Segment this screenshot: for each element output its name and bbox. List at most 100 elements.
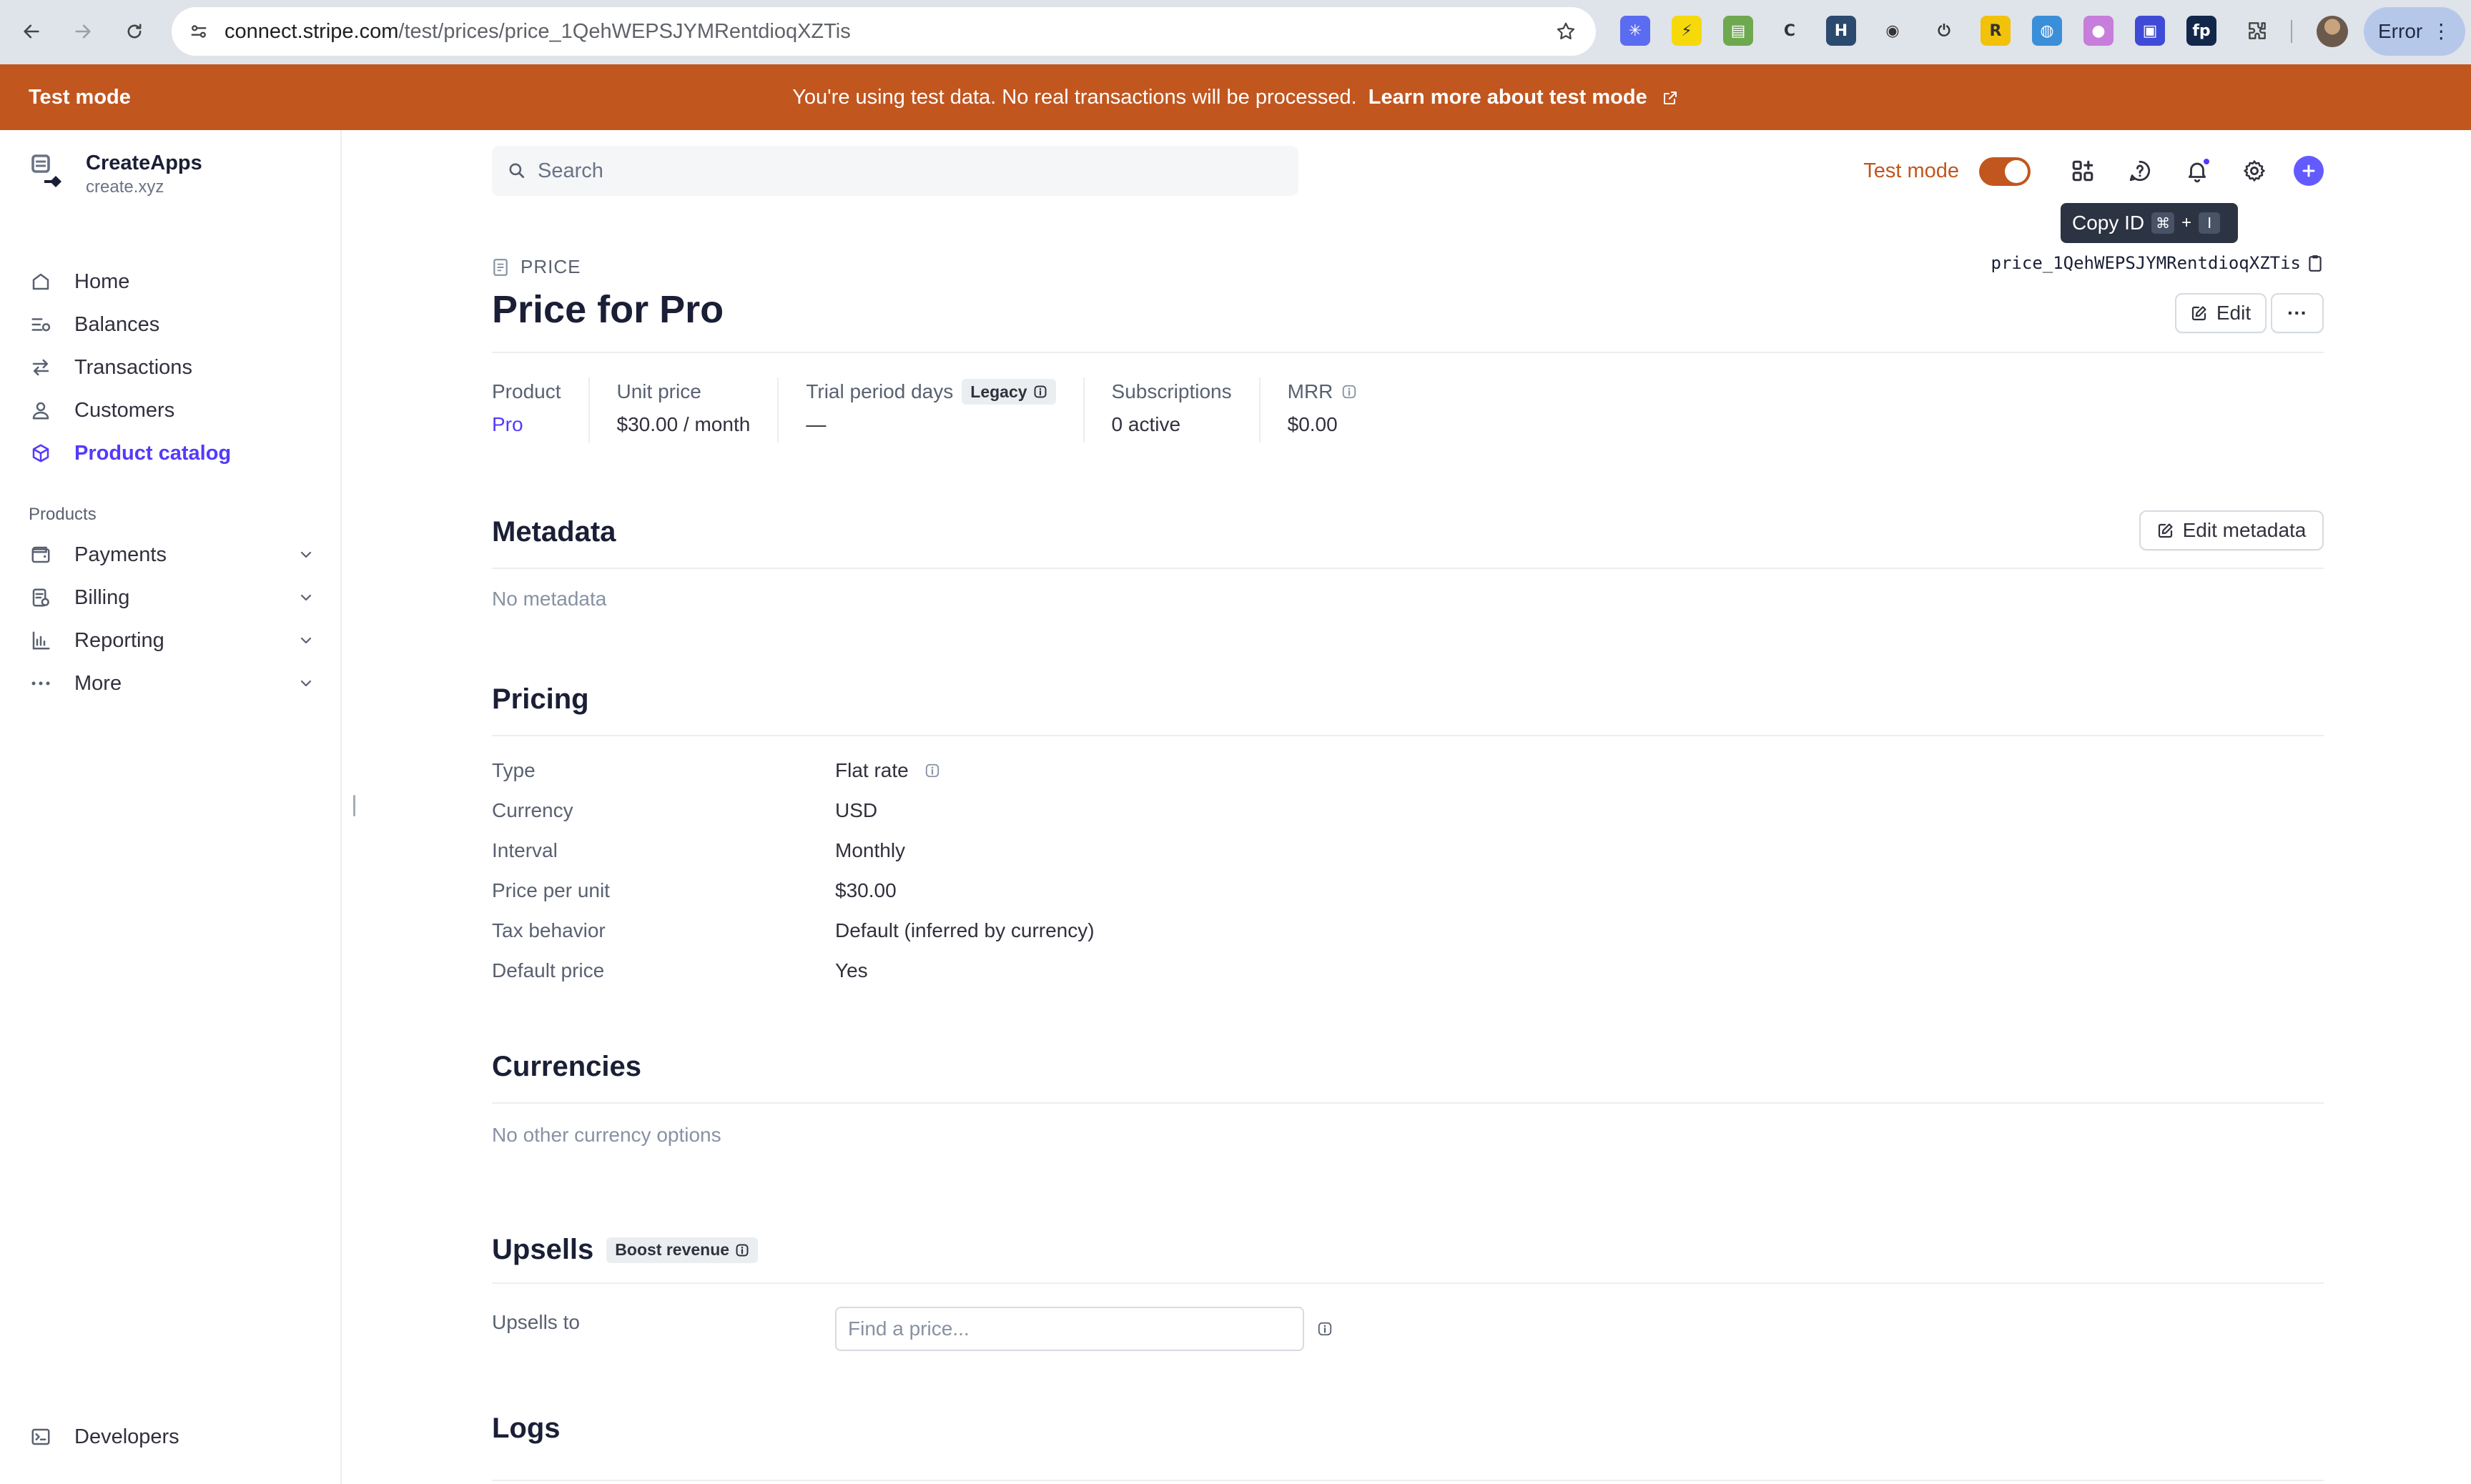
help-icon[interactable] xyxy=(2125,156,2155,186)
summary-subscriptions: Subscriptions 0 active xyxy=(1112,377,1261,443)
sidebar-resize-handle[interactable] xyxy=(353,795,355,816)
box-icon xyxy=(29,441,53,465)
pricing-value: Yes xyxy=(835,959,868,981)
apps-icon[interactable] xyxy=(2068,156,2098,186)
external-link-icon[interactable] xyxy=(1662,89,1679,107)
sidebar-item-label: Transactions xyxy=(74,355,192,379)
r-extension-icon[interactable]: R xyxy=(1981,16,2011,46)
c-extension-icon[interactable]: C xyxy=(1775,16,1805,46)
square-extension-icon[interactable]: ▣ xyxy=(2135,16,2165,46)
find-price-input[interactable] xyxy=(835,1307,1304,1351)
wallet-icon xyxy=(29,543,53,567)
bookmark-star-icon[interactable] xyxy=(1550,16,1582,47)
terminal-icon xyxy=(29,1425,53,1449)
sidebar-item-billing[interactable]: Billing xyxy=(29,579,315,616)
pricing-value: $30.00 xyxy=(835,879,897,901)
forward-icon[interactable] xyxy=(67,16,99,47)
tab-extension-icon[interactable]: ▤ xyxy=(1723,16,1753,46)
object-type-label: PRICE xyxy=(492,256,581,278)
url-host: connect.stripe.com xyxy=(225,20,399,43)
billing-icon xyxy=(29,585,53,610)
divider xyxy=(492,352,2324,353)
price-id[interactable]: price_1QehWEPSJYMRentdioqXZTis xyxy=(1991,253,2324,273)
metadata-empty-text: No metadata xyxy=(492,588,607,610)
upsells-title: Upsells xyxy=(492,1234,594,1265)
pricing-value: Monthly xyxy=(835,839,906,861)
tooltip-plus: + xyxy=(2181,213,2192,232)
sidebar-item-reporting[interactable]: Reporting xyxy=(29,622,315,659)
summary-value: $30.00 / month xyxy=(616,413,751,435)
camera-extension-icon[interactable]: ◉ xyxy=(1878,16,1908,46)
tooltip-key-cmd: ⌘ xyxy=(2151,212,2175,234)
edit-metadata-button[interactable]: Edit metadata xyxy=(2139,510,2324,550)
upsells-heading: Upsells Boost revenue xyxy=(492,1234,759,1266)
profile-avatar[interactable] xyxy=(2317,16,2348,47)
test-mode-toggle[interactable] xyxy=(1979,157,2031,186)
perplexity-extension-icon[interactable]: ✳ xyxy=(1620,16,1650,46)
pricing-key: Interval xyxy=(492,839,558,861)
chevron-down-icon xyxy=(297,589,315,606)
sidebar-item-balances[interactable]: Balances xyxy=(29,306,315,343)
sidebar-item-payments[interactable]: Payments xyxy=(29,536,315,573)
globe-extension-icon[interactable]: ◍ xyxy=(2032,16,2062,46)
info-icon xyxy=(1033,385,1047,399)
sidebar-item-more[interactable]: More xyxy=(29,665,315,702)
edit-button[interactable]: Edit xyxy=(2175,293,2267,333)
sidebar-item-label: Home xyxy=(74,269,130,293)
pricing-heading: Pricing xyxy=(492,683,589,715)
sidebar-item-transactions[interactable]: Transactions xyxy=(29,349,315,386)
chevron-down-icon xyxy=(297,675,315,692)
back-icon[interactable] xyxy=(16,16,47,47)
boost-revenue-badge[interactable]: Boost revenue xyxy=(606,1237,759,1263)
sidebar-item-label: More xyxy=(74,671,122,695)
legacy-badge[interactable]: Legacy xyxy=(962,379,1056,405)
price-tag-icon xyxy=(492,258,509,277)
sidebar-item-label: Payments xyxy=(74,543,167,566)
orb-extension-icon[interactable]: ● xyxy=(2083,16,2114,46)
copy-clipboard-icon[interactable] xyxy=(2307,254,2324,272)
address-bar[interactable]: connect.stripe.com/test/prices/price_1Qe… xyxy=(172,7,1596,56)
fp-extension-icon[interactable]: fp xyxy=(2186,16,2216,46)
extensions-puzzle-icon[interactable] xyxy=(2242,16,2272,46)
sidebar-item-developers[interactable]: Developers xyxy=(29,1418,315,1455)
learn-more-link[interactable]: Learn more about test mode xyxy=(1368,86,1647,109)
info-icon[interactable] xyxy=(1341,384,1357,400)
power-extension-icon[interactable]: ⏻ xyxy=(1929,16,1959,46)
h-extension-icon[interactable]: H xyxy=(1826,16,1856,46)
pricing-value: USD xyxy=(835,799,878,821)
banner-message: You're using test data. No real transact… xyxy=(0,64,2471,130)
pricing-row-default-price: Default price Yes xyxy=(492,959,1350,988)
home-icon xyxy=(29,269,53,294)
currencies-empty-text: No other currency options xyxy=(492,1124,721,1146)
pricing-row-type: Type Flat rate xyxy=(492,759,1350,788)
pricing-key: Type xyxy=(492,759,536,781)
chevron-down-icon xyxy=(297,632,315,649)
lightning-extension-icon[interactable]: ⚡ xyxy=(1672,16,1702,46)
currencies-heading: Currencies xyxy=(492,1051,641,1082)
account-name: CreateApps xyxy=(86,152,202,174)
site-settings-icon[interactable] xyxy=(183,16,214,47)
sidebar-item-home[interactable]: Home xyxy=(29,263,315,300)
notifications-bell-icon[interactable] xyxy=(2182,156,2212,186)
product-link[interactable]: Pro xyxy=(492,413,561,436)
summary-value: $0.00 xyxy=(1287,413,1338,435)
banner-message-text: You're using test data. No real transact… xyxy=(792,86,1357,109)
account-domain: create.xyz xyxy=(86,177,164,197)
sidebar-item-label: Reporting xyxy=(74,628,164,652)
sidebar-item-customers[interactable]: Customers xyxy=(29,392,315,429)
profile-status-text: Error xyxy=(2378,20,2423,42)
pricing-value: Flat rate xyxy=(835,759,909,781)
products-heading: Products xyxy=(29,505,97,524)
reload-icon[interactable] xyxy=(119,16,150,47)
profile-error-button[interactable]: Error ⋮ xyxy=(2364,7,2465,56)
main-content: Search Test mode Copy ID ⌘ + I PRICE pri… xyxy=(492,130,2324,1484)
info-icon[interactable] xyxy=(924,763,940,778)
pricing-key: Price per unit xyxy=(492,879,610,901)
sidebar-item-label: Billing xyxy=(74,585,130,609)
search-input[interactable]: Search xyxy=(492,146,1298,196)
create-plus-button[interactable] xyxy=(2294,156,2324,186)
settings-gear-icon[interactable] xyxy=(2239,156,2269,186)
info-icon[interactable] xyxy=(1317,1321,1333,1337)
more-actions-button[interactable]: ··· xyxy=(2271,293,2324,333)
sidebar-item-product-catalog[interactable]: Product catalog xyxy=(29,435,315,472)
